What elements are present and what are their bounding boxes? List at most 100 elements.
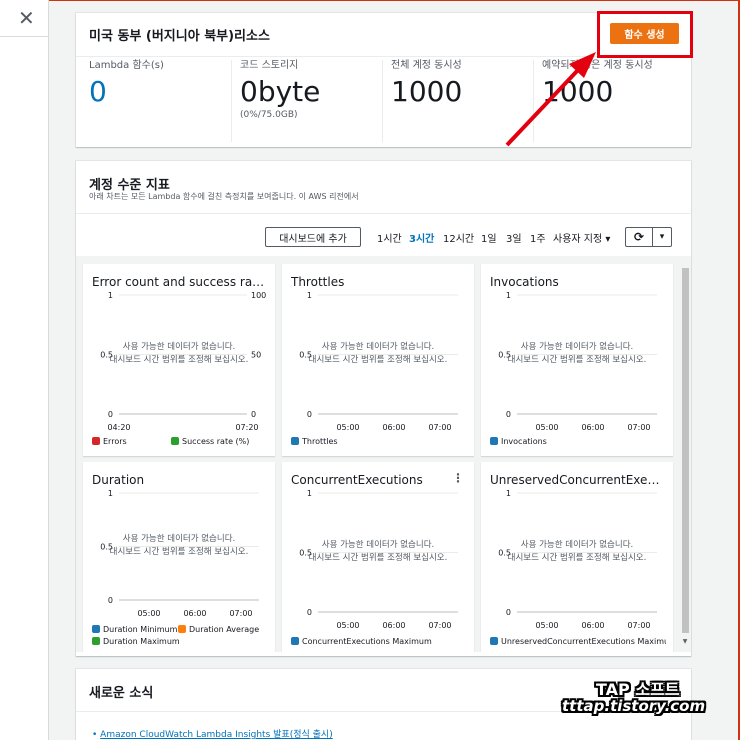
time-range-3h[interactable]: 3시간 [409, 230, 434, 245]
metric-value[interactable]: 0 [89, 78, 229, 106]
panel-divider [0, 36, 49, 37]
y-tick-label: 0 [108, 410, 113, 419]
metric-sub: (0%/75.0GB) [240, 110, 298, 120]
x-tick-label: 06:00 [382, 621, 405, 630]
legend-swatch [92, 437, 100, 445]
metric-widget: Duration 1 0.5 0 05:00 06:00 07:00 사용 가능한 데이터가 … [83, 462, 275, 652]
close-icon[interactable]: ✕ [18, 6, 35, 30]
x-tick-label: 07:00 [229, 609, 252, 618]
x-tick-label: 07:00 [428, 621, 451, 630]
legend-item[interactable]: Invocations [490, 437, 547, 446]
no-data-hint: 대시보드 시간 범위를 조정해 보십시오. [507, 354, 647, 365]
legend-item[interactable]: Duration Maximum [92, 637, 180, 646]
y-tick-label: 0 [307, 410, 312, 419]
no-data-hint: 대시보드 시간 범위를 조정해 보십시오. [507, 552, 647, 563]
news-link-text[interactable]: Amazon CloudWatch Lambda Insights 발표(정식 … [100, 730, 333, 740]
legend-item[interactable]: Throttles [291, 437, 338, 446]
x-tick-label: 04:20 [107, 423, 130, 432]
refresh-icon: ⟳ [633, 230, 645, 244]
legend-item[interactable]: UnreservedConcurrentExecutions Maximum [490, 637, 666, 646]
metrics-widget-grid: Error count and success rate (%)11000.55… [76, 256, 691, 652]
x-tick-label: 06:00 [382, 423, 405, 432]
y-tick-label: 0 [307, 608, 312, 617]
legend-label: Throttles [302, 437, 338, 446]
x-tick-label: 07:00 [627, 621, 650, 630]
x-tick-label: 05:00 [137, 609, 160, 618]
news-link[interactable]: • Amazon CloudWatch Lambda Insights 발표(정… [92, 727, 333, 740]
legend-swatch [92, 637, 100, 645]
x-tick-label: 05:00 [336, 423, 359, 432]
no-data-message: 사용 가능한 데이터가 없습니다. [520, 539, 634, 550]
legend-swatch [178, 625, 186, 633]
x-tick-label: 05:00 [535, 621, 558, 630]
y-right-tick-label: 100 [251, 291, 266, 300]
time-range-1d[interactable]: 1일 [481, 230, 497, 245]
legend-label: Duration Average [189, 625, 260, 634]
time-range-custom[interactable]: 사용자 지정 ▾ [553, 230, 610, 245]
metric-value: 0byte [240, 75, 321, 108]
legend-swatch [490, 637, 498, 645]
no-data-message: 사용 가능한 데이터가 없습니다. [520, 341, 634, 352]
metric-unreserved-concurrency: 예약되지 않은 계정 동시성 1000 [542, 56, 687, 146]
refresh-options-dropdown[interactable]: ▾ [652, 227, 672, 247]
no-data-hint: 대시보드 시간 범위를 조정해 보십시오. [109, 354, 249, 365]
metric-separator [382, 60, 383, 142]
legend-label: Duration Minimum [103, 625, 178, 634]
x-tick-label: 07:00 [428, 423, 451, 432]
x-tick-label: 07:20 [235, 423, 258, 432]
legend-item[interactable]: ConcurrentExecutions Maximum [291, 637, 432, 646]
metric-widget: Invocations 1 0.5 0 05:00 06:00 07:00 사용 가능한 데이… [481, 264, 673, 456]
metric-code-storage: 코드 스토리지 0byte (0%/75.0GB) [240, 56, 380, 146]
metric-separator [533, 60, 534, 142]
metric-widget: ConcurrentExecutions ⋮ 1 0.5 0 05:00 06:00 07:0… [282, 462, 474, 652]
widget-scrollbar[interactable]: ▼ [681, 265, 689, 649]
scroll-down-arrow-icon[interactable]: ▼ [681, 638, 689, 645]
card-header-separator [76, 213, 691, 214]
no-data-hint: 대시보드 시간 범위를 조정해 보십시오. [308, 552, 448, 563]
metric-separator [231, 60, 232, 142]
legend-label: UnreservedConcurrentExecutions Maximum [501, 637, 666, 646]
side-panel: ✕ [0, 0, 49, 740]
frame-top-line [0, 0, 740, 1]
legend-swatch [92, 625, 100, 633]
metrics-description: 아래 차트는 모든 Lambda 함수에 걸친 측정치를 보여줍니다. 이 AW… [89, 192, 359, 201]
y-tick-label: 1 [506, 489, 511, 498]
metric-label: 예약되지 않은 계정 동시성 [542, 60, 653, 71]
no-data-hint: 대시보드 시간 범위를 조정해 보십시오. [308, 354, 448, 365]
legend-item[interactable]: Duration Average [178, 625, 259, 634]
no-data-message: 사용 가능한 데이터가 없습니다. [122, 341, 236, 352]
add-to-dashboard-button[interactable]: 대시보드에 추가 [265, 227, 361, 247]
x-tick-label: 06:00 [183, 609, 206, 618]
refresh-button[interactable]: ⟳ [625, 227, 653, 247]
legend-item[interactable]: Success rate (%) [171, 437, 249, 446]
no-data-message: 사용 가능한 데이터가 없습니다. [122, 533, 236, 544]
time-range-1w[interactable]: 1주 [530, 230, 546, 245]
legend-swatch [490, 437, 498, 445]
y-right-tick-label: 0 [251, 410, 256, 419]
whats-new-title: 새로운 소식 [89, 686, 154, 701]
legend-swatch [291, 637, 299, 645]
legend-label: ConcurrentExecutions Maximum [302, 637, 432, 646]
time-range-12h[interactable]: 12시간 [443, 230, 474, 245]
y-tick-label: 0 [506, 608, 511, 617]
time-range-1h[interactable]: 1시간 [377, 230, 402, 245]
legend-item[interactable]: Duration Minimum [92, 625, 177, 634]
time-range-3d[interactable]: 3일 [506, 230, 522, 245]
legend-label: Errors [103, 437, 127, 446]
metric-label: Lambda 함수(s) [89, 60, 164, 71]
y-tick-label: 1 [307, 291, 312, 300]
y-tick-label: 0 [506, 410, 511, 419]
highlight-box [597, 11, 693, 58]
scrollbar-thumb[interactable] [682, 268, 689, 633]
metric-account-concurrency: 전체 계정 동시성 1000 [391, 56, 531, 146]
no-data-message: 사용 가능한 데이터가 없습니다. [321, 341, 435, 352]
y-tick-label: 0 [108, 596, 113, 605]
legend-label: Invocations [501, 437, 547, 446]
y-tick-label: 1 [506, 291, 511, 300]
legend-swatch [291, 437, 299, 445]
legend-item[interactable]: Errors [92, 437, 127, 446]
metric-widget: UnreservedConcurrentExecutions10.5005:00… [481, 462, 673, 652]
y-tick-label: 1 [108, 489, 113, 498]
metric-value: 1000 [542, 75, 614, 108]
x-tick-label: 05:00 [535, 423, 558, 432]
